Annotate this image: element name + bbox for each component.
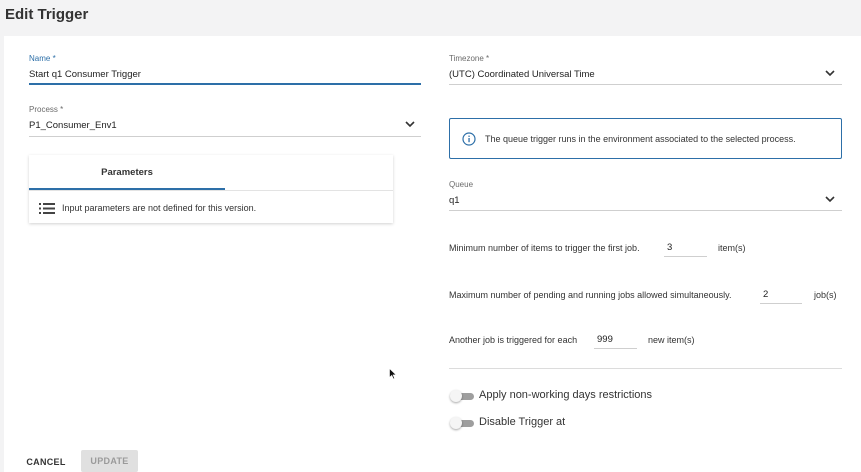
name-label: Name * xyxy=(29,54,56,63)
parameters-divider xyxy=(29,190,393,191)
name-input-underline xyxy=(29,83,421,85)
tab-parameters[interactable]: Parameters xyxy=(29,155,225,190)
max-jobs-input[interactable]: 2 xyxy=(763,289,768,300)
parameters-card: Parameters Input parameters are not defi… xyxy=(29,155,393,223)
edit-trigger-panel xyxy=(4,36,861,472)
section-divider xyxy=(449,368,842,369)
page-title: Edit Trigger xyxy=(5,6,89,23)
non-working-days-toggle[interactable] xyxy=(450,390,474,402)
process-label: Process * xyxy=(29,105,64,114)
queue-select-underline xyxy=(449,210,842,211)
update-button[interactable]: UPDATE xyxy=(81,450,138,472)
max-jobs-label: Maximum number of pending and running jo… xyxy=(449,290,732,300)
queue-select[interactable]: q1 xyxy=(449,195,460,206)
another-job-suffix: new item(s) xyxy=(648,335,695,345)
info-message: The queue trigger runs in the environmen… xyxy=(485,134,796,144)
chevron-down-icon[interactable] xyxy=(404,118,416,130)
timezone-select[interactable]: (UTC) Coordinated Universal Time xyxy=(449,69,595,80)
queue-label: Queue xyxy=(449,180,474,189)
disable-trigger-label: Disable Trigger at xyxy=(479,416,566,428)
another-job-underline xyxy=(594,348,637,349)
info-icon xyxy=(462,132,476,146)
process-select-underline xyxy=(29,136,421,137)
name-input[interactable]: Start q1 Consumer Trigger xyxy=(29,69,141,80)
chevron-down-icon[interactable] xyxy=(824,67,836,79)
another-job-input[interactable]: 999 xyxy=(597,334,613,345)
parameters-message: Input parameters are not defined for thi… xyxy=(62,203,257,213)
process-select[interactable]: P1_Consumer_Env1 xyxy=(29,120,117,131)
max-jobs-suffix: job(s) xyxy=(814,290,837,300)
cancel-button[interactable]: CANCEL xyxy=(18,452,74,472)
min-items-input[interactable]: 3 xyxy=(667,242,672,253)
timezone-label: Timezone * xyxy=(449,54,490,63)
top-bar: Edit Trigger xyxy=(0,0,861,34)
timezone-select-underline xyxy=(449,84,842,85)
another-job-label: Another job is triggered for each xyxy=(449,335,578,345)
mouse-pointer-icon xyxy=(389,368,397,380)
chevron-down-icon[interactable] xyxy=(824,193,836,205)
min-items-label: Minimum number of items to trigger the f… xyxy=(449,243,640,253)
non-working-days-label: Apply non-working days restrictions xyxy=(479,389,653,401)
disable-trigger-toggle[interactable] xyxy=(450,417,474,429)
info-banner: The queue trigger runs in the environmen… xyxy=(449,118,842,159)
min-items-underline xyxy=(664,256,707,257)
list-icon xyxy=(39,203,55,214)
max-jobs-underline xyxy=(760,303,802,304)
min-items-suffix: item(s) xyxy=(718,243,746,253)
